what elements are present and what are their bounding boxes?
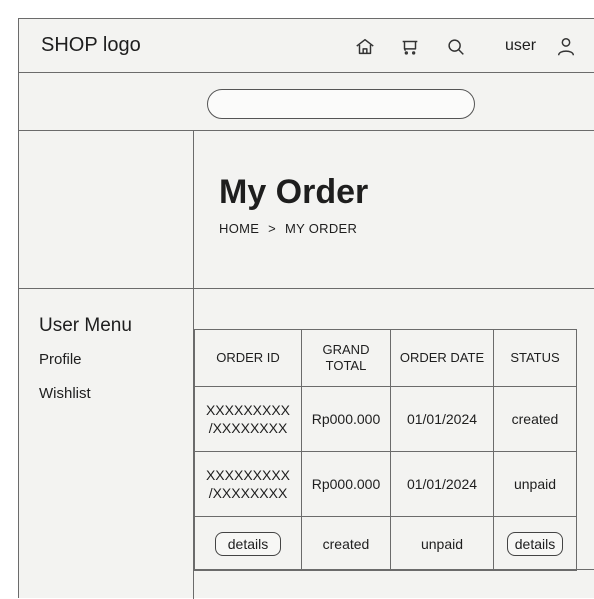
breadcrumb-separator: > bbox=[268, 221, 277, 236]
user-menu: User Menu Profile Wishlist bbox=[39, 315, 132, 419]
user-menu-title: User Menu bbox=[39, 315, 132, 336]
user-menu-item-profile[interactable]: Profile bbox=[39, 351, 132, 368]
cart-icon[interactable] bbox=[399, 36, 421, 58]
status-cell: created bbox=[493, 386, 577, 452]
order-id-line: /XXXXXXXX bbox=[208, 420, 288, 436]
home-icon[interactable] bbox=[354, 36, 376, 58]
details-cell: details bbox=[493, 516, 577, 571]
page-title-section: My Order HOME > MY ORDER bbox=[19, 131, 594, 289]
user-icon[interactable] bbox=[555, 36, 577, 58]
header-grand-total: GRAND TOTAL bbox=[301, 329, 391, 387]
header-order-id: ORDER ID bbox=[194, 329, 302, 387]
order-id-cell: XXXXXXXXX /XXXXXXXX bbox=[194, 386, 302, 452]
header-order-date: ORDER DATE bbox=[390, 329, 494, 387]
user-menu-item-wishlist[interactable]: Wishlist bbox=[39, 385, 132, 402]
top-header: SHOP logo user bbox=[19, 19, 594, 73]
details-cell: details bbox=[194, 516, 302, 571]
table-row: XXXXXXXXX /XXXXXXXX Rp000.000 01/01/2024… bbox=[194, 386, 577, 452]
breadcrumb: HOME > MY ORDER bbox=[219, 221, 357, 236]
order-date-cell: 01/01/2024 bbox=[390, 451, 494, 517]
search-row bbox=[19, 73, 594, 131]
order-id-line: XXXXXXXXX bbox=[205, 402, 291, 418]
shop-logo[interactable]: SHOP logo bbox=[41, 34, 141, 57]
breadcrumb-home[interactable]: HOME bbox=[219, 221, 259, 236]
table-row: XXXXXXXXX /XXXXXXXX Rp000.000 01/01/2024… bbox=[194, 451, 577, 517]
breadcrumb-current: MY ORDER bbox=[284, 221, 358, 236]
search-input[interactable] bbox=[207, 89, 475, 119]
order-date-cell: 01/01/2024 bbox=[390, 386, 494, 452]
order-id-line: /XXXXXXXX bbox=[208, 485, 288, 501]
grand-total-cell: Rp000.000 bbox=[301, 451, 391, 517]
search-icon[interactable] bbox=[445, 36, 467, 58]
details-button[interactable]: details bbox=[214, 531, 282, 556]
status-cell: created bbox=[301, 516, 391, 571]
header-status: STATUS bbox=[493, 329, 577, 387]
status-cell: unpaid bbox=[493, 451, 577, 517]
table-bottom-border bbox=[193, 569, 594, 570]
order-id-line: XXXXXXXXX bbox=[205, 467, 291, 483]
status-cell: unpaid bbox=[390, 516, 494, 571]
page-frame: SHOP logo user My Order HOME > MY ORDER … bbox=[18, 18, 594, 599]
table-header-row: ORDER ID GRAND TOTAL ORDER DATE STATUS bbox=[194, 329, 577, 387]
order-id-cell: XXXXXXXXX /XXXXXXXX bbox=[194, 451, 302, 517]
table-row: details created unpaid details bbox=[194, 516, 577, 571]
page-title: My Order bbox=[219, 173, 369, 211]
orders-table: ORDER ID GRAND TOTAL ORDER DATE STATUS X… bbox=[194, 329, 577, 571]
grand-total-cell: Rp000.000 bbox=[301, 386, 391, 452]
details-button[interactable]: details bbox=[506, 531, 564, 556]
user-label[interactable]: user bbox=[505, 37, 536, 55]
header-grand-total-text: GRAND TOTAL bbox=[322, 342, 370, 373]
